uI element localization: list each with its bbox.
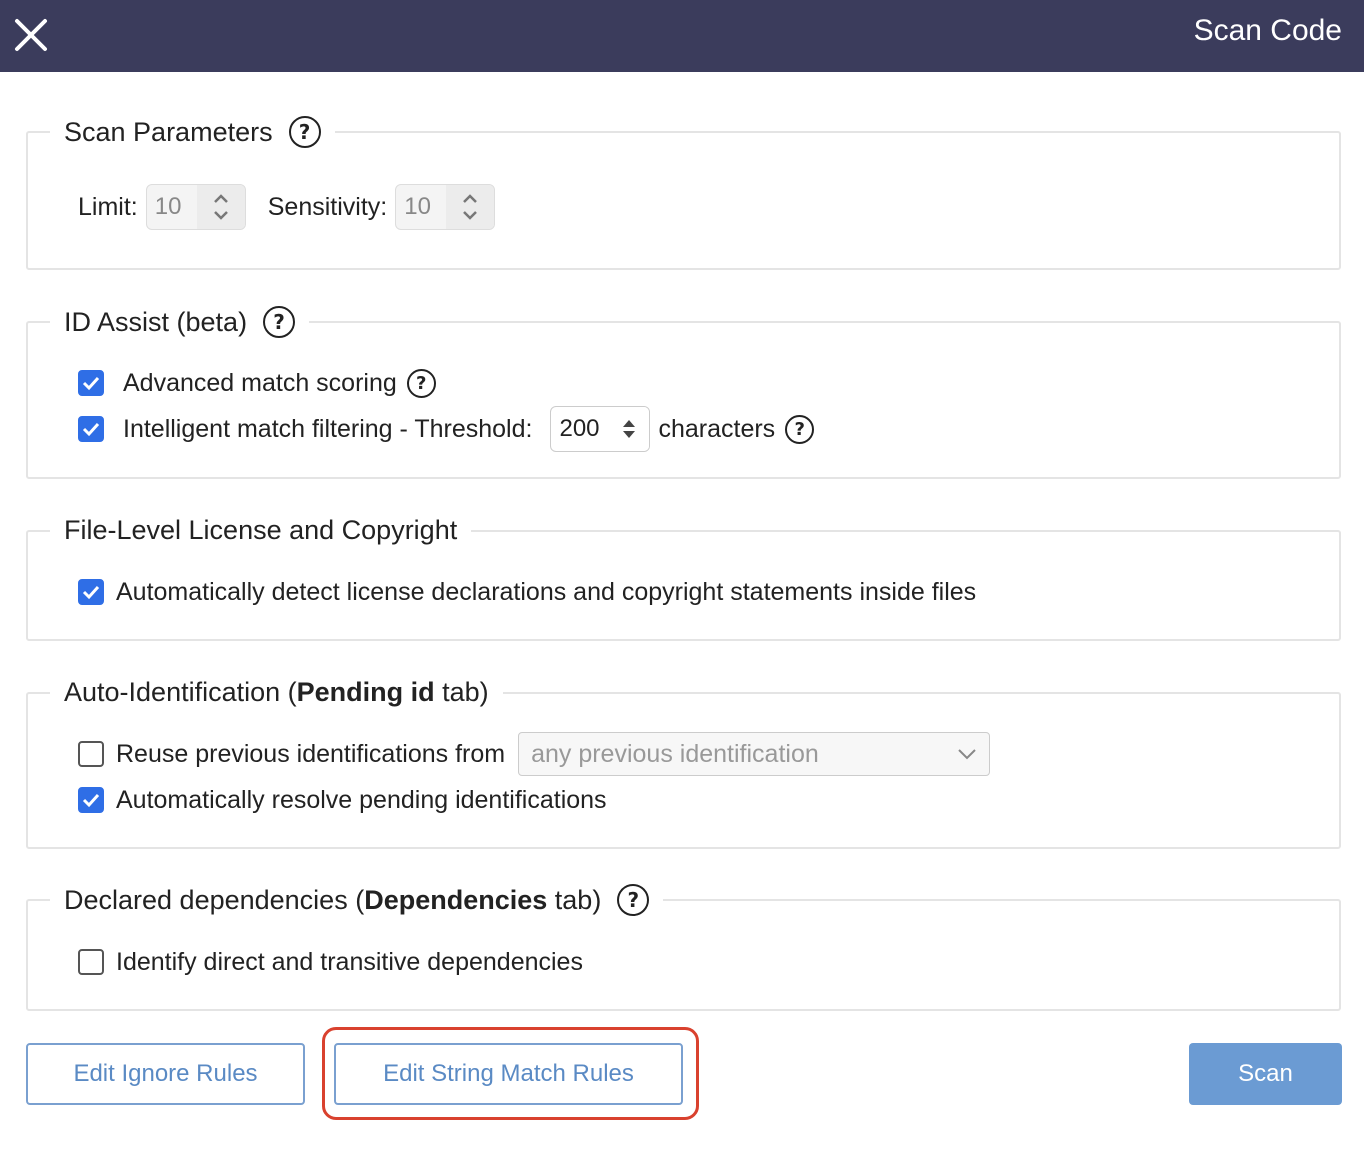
chevron-up-icon[interactable] [462,194,478,203]
detect-license-row: Automatically detect license declaration… [78,575,976,609]
reuse-identifications-label: Reuse previous identifications from [116,739,506,768]
limit-label: Limit: [78,192,138,221]
sensitivity-stepper-arrows[interactable] [446,185,495,229]
help-icon[interactable]: ? [617,884,650,916]
auto-identification-title: Auto-Identification (Pending id tab) [64,677,489,707]
checkmark-icon [82,422,100,437]
limit-stepper[interactable]: 10 [145,184,246,230]
intelligent-match-row: Intelligent match filtering - Threshold:… [78,406,815,452]
reuse-identifications-checkbox[interactable] [78,741,104,767]
threshold-stepper-arrows[interactable] [609,407,650,451]
sensitivity-value[interactable]: 10 [396,193,446,221]
caret-up-icon[interactable] [622,419,636,427]
help-icon[interactable]: ? [263,306,296,338]
intelligent-match-label: Intelligent match filtering - Threshold: [123,414,533,443]
resolve-pending-checkbox[interactable] [78,787,104,813]
checkmark-icon [82,585,100,600]
identify-dependencies-checkbox[interactable] [78,949,104,975]
chevron-up-icon[interactable] [213,194,229,203]
id-assist-legend: ID Assist (beta) ? [50,306,309,338]
threshold-stepper[interactable]: 200 [550,406,651,452]
edit-ignore-rules-button[interactable]: Edit Ignore Rules [26,1043,305,1105]
caret-down-icon[interactable] [622,431,636,439]
intelligent-match-checkbox[interactable] [78,416,104,442]
scan-parameters-title: Scan Parameters [64,116,273,147]
id-assist-title: ID Assist (beta) [64,306,248,337]
scan-parameters-row: Limit: 10 Sensitivity: 10 [78,184,496,230]
resolve-pending-row: Automatically resolve pending identifica… [78,783,607,817]
checkmark-icon [82,793,100,808]
limit-value[interactable]: 10 [147,193,197,221]
close-button[interactable] [12,16,50,54]
help-icon[interactable]: ? [785,414,815,444]
scan-parameters-legend: Scan Parameters ? [50,116,335,148]
advanced-match-row: Advanced match scoring ? [78,366,436,400]
declared-dependencies-legend: Declared dependencies (Dependencies tab)… [50,884,663,916]
identify-dependencies-label: Identify direct and transitive dependenc… [116,947,583,976]
sensitivity-label: Sensitivity: [267,192,388,221]
dialog-header: Scan Code [0,0,1364,72]
help-icon[interactable]: ? [406,368,436,398]
close-icon[interactable] [12,16,50,54]
chevron-down-icon[interactable] [462,211,478,220]
scan-button[interactable]: Scan [1189,1043,1342,1105]
sensitivity-stepper[interactable]: 10 [395,184,496,230]
limit-stepper-arrows[interactable] [196,185,245,229]
edit-string-match-rules-button[interactable]: Edit String Match Rules [334,1043,683,1105]
chevron-down-icon[interactable] [957,748,977,760]
threshold-unit: characters [658,414,776,443]
reuse-source-select[interactable]: any previous identification [518,732,991,776]
dialog-title: Scan Code [1193,14,1342,47]
file-level-title: File-Level License and Copyright [64,515,458,545]
auto-identification-legend: Auto-Identification (Pending id tab) [50,677,503,708]
declared-dependencies-title: Declared dependencies (Dependencies tab) [64,884,602,915]
reuse-source-value[interactable]: any previous identification [531,740,819,769]
chevron-down-icon[interactable] [213,211,229,220]
advanced-match-checkbox[interactable] [78,370,104,396]
resolve-pending-label: Automatically resolve pending identifica… [116,785,607,814]
help-icon[interactable]: ? [288,116,321,148]
identify-dependencies-row: Identify direct and transitive dependenc… [78,945,583,979]
detect-license-checkbox[interactable] [78,579,104,605]
threshold-value[interactable]: 200 [551,415,609,443]
advanced-match-label: Advanced match scoring [123,368,397,397]
reuse-identifications-row: Reuse previous identifications from any … [78,731,991,777]
checkmark-icon [82,376,100,391]
detect-license-label: Automatically detect license declaration… [116,577,977,606]
file-level-legend: File-Level License and Copyright [50,515,471,546]
